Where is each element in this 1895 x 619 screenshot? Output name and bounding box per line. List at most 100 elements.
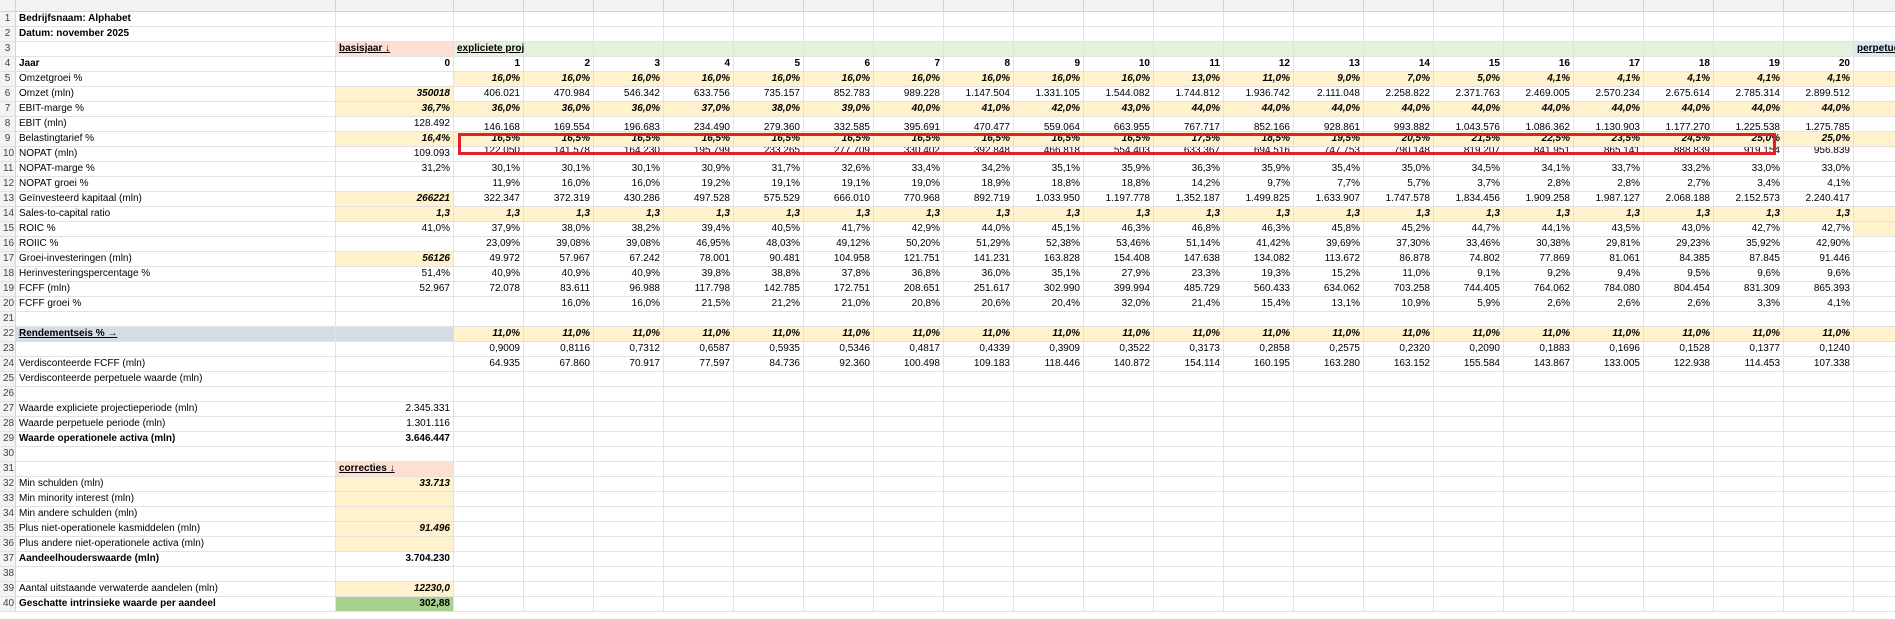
cell-B10[interactable]: 109.093	[336, 147, 454, 162]
cell-S40[interactable]	[1574, 597, 1644, 612]
cell-V31[interactable]	[1784, 462, 1854, 477]
cell-B31[interactable]: correcties ↓	[336, 462, 454, 477]
cell-K24[interactable]: 118.446	[1014, 357, 1084, 372]
cell-F23[interactable]: 0,6587	[664, 342, 734, 357]
cell-G13[interactable]: 575.529	[734, 192, 804, 207]
cell-D10[interactable]: 141.578	[524, 147, 594, 162]
cell-G20[interactable]: 21,2%	[734, 297, 804, 312]
cell-N21[interactable]	[1224, 312, 1294, 327]
cell-D28[interactable]	[524, 417, 594, 432]
cell-S5[interactable]: 4,1%	[1574, 72, 1644, 87]
cell-I22[interactable]: 11,0%	[874, 327, 944, 342]
cell-E30[interactable]	[594, 447, 664, 462]
cell-J9[interactable]: 16,5%	[944, 132, 1014, 147]
cell-W12[interactable]: 4,1%	[1854, 177, 1895, 192]
cell-E7[interactable]: 36,0%	[594, 102, 664, 117]
cell-G16[interactable]: 48,03%	[734, 237, 804, 252]
cell-T36[interactable]	[1644, 537, 1714, 552]
cell-U10[interactable]: 919.154	[1714, 147, 1784, 162]
cell-T16[interactable]: 29,23%	[1644, 237, 1714, 252]
cell-T38[interactable]	[1644, 567, 1714, 582]
cell-C17[interactable]: 49.972	[454, 252, 524, 267]
cell-L29[interactable]	[1084, 432, 1154, 447]
cell-V37[interactable]	[1784, 552, 1854, 567]
cell-A25[interactable]: Verdisconteerde perpetuele waarde (mln)	[16, 372, 336, 387]
cell-G35[interactable]	[734, 522, 804, 537]
row-header-16[interactable]: 16	[0, 237, 16, 252]
cell-K26[interactable]	[1014, 387, 1084, 402]
cell-N40[interactable]	[1224, 597, 1294, 612]
column-header-J[interactable]	[944, 0, 1014, 12]
cell-R19[interactable]: 764.062	[1504, 282, 1574, 297]
cell-C30[interactable]	[454, 447, 524, 462]
cell-C18[interactable]: 40,9%	[454, 267, 524, 282]
cell-Q22[interactable]: 11,0%	[1434, 327, 1504, 342]
cell-S28[interactable]	[1574, 417, 1644, 432]
cell-J21[interactable]	[944, 312, 1014, 327]
cell-L15[interactable]: 46,3%	[1084, 222, 1154, 237]
cell-S17[interactable]: 81.061	[1574, 252, 1644, 267]
cell-P21[interactable]	[1364, 312, 1434, 327]
cell-Q36[interactable]	[1434, 537, 1504, 552]
cell-R15[interactable]: 44,1%	[1504, 222, 1574, 237]
cell-T33[interactable]	[1644, 492, 1714, 507]
column-header-I[interactable]	[874, 0, 944, 12]
cell-T34[interactable]	[1644, 507, 1714, 522]
cell-F9[interactable]: 16,5%	[664, 132, 734, 147]
cell-T11[interactable]: 33,2%	[1644, 162, 1714, 177]
cell-K30[interactable]	[1014, 447, 1084, 462]
cell-G40[interactable]	[734, 597, 804, 612]
cell-N18[interactable]: 19,3%	[1224, 267, 1294, 282]
cell-G18[interactable]: 38,8%	[734, 267, 804, 282]
cell-O17[interactable]: 113.672	[1294, 252, 1364, 267]
cell-J35[interactable]	[944, 522, 1014, 537]
cell-O33[interactable]	[1294, 492, 1364, 507]
cell-T15[interactable]: 43,0%	[1644, 222, 1714, 237]
cell-E33[interactable]	[594, 492, 664, 507]
cell-W10[interactable]: 996.069	[1854, 147, 1895, 162]
cell-V8[interactable]: 1.275.785	[1784, 117, 1854, 132]
cell-H24[interactable]: 92.360	[804, 357, 874, 372]
cell-O34[interactable]	[1294, 507, 1364, 522]
cell-W24[interactable]	[1854, 357, 1895, 372]
cell-A40[interactable]: Geschatte intrinsieke waarde per aandeel	[16, 597, 336, 612]
cell-O9[interactable]: 19,5%	[1294, 132, 1364, 147]
cell-S19[interactable]: 784.080	[1574, 282, 1644, 297]
cell-O23[interactable]: 0,2575	[1294, 342, 1364, 357]
row-header-9[interactable]: 9	[0, 132, 16, 147]
cell-R7[interactable]: 44,0%	[1504, 102, 1574, 117]
cell-Q5[interactable]: 5,0%	[1434, 72, 1504, 87]
cell-J12[interactable]: 18,9%	[944, 177, 1014, 192]
cell-D2[interactable]	[524, 27, 594, 42]
cell-K11[interactable]: 35,1%	[1014, 162, 1084, 177]
cell-L1[interactable]	[1084, 12, 1154, 27]
cell-M10[interactable]: 633.367	[1154, 147, 1224, 162]
cell-G25[interactable]	[734, 372, 804, 387]
cell-F39[interactable]	[664, 582, 734, 597]
cell-J26[interactable]	[944, 387, 1014, 402]
cell-L18[interactable]: 27,9%	[1084, 267, 1154, 282]
cell-M7[interactable]: 44,0%	[1154, 102, 1224, 117]
cell-N8[interactable]: 852.166	[1224, 117, 1294, 132]
cell-Q20[interactable]: 5,9%	[1434, 297, 1504, 312]
cell-E36[interactable]	[594, 537, 664, 552]
cell-V30[interactable]	[1784, 447, 1854, 462]
cell-N6[interactable]: 1.936.742	[1224, 87, 1294, 102]
cell-R16[interactable]: 30,38%	[1504, 237, 1574, 252]
cell-R11[interactable]: 34,1%	[1504, 162, 1574, 177]
cell-J31[interactable]	[944, 462, 1014, 477]
cell-K17[interactable]: 163.828	[1014, 252, 1084, 267]
column-header-E[interactable]	[594, 0, 664, 12]
cell-O30[interactable]	[1294, 447, 1364, 462]
cell-K40[interactable]	[1014, 597, 1084, 612]
cell-N16[interactable]: 41,42%	[1224, 237, 1294, 252]
cell-I40[interactable]	[874, 597, 944, 612]
cell-Q23[interactable]: 0,2090	[1434, 342, 1504, 357]
cell-Q39[interactable]	[1434, 582, 1504, 597]
cell-M36[interactable]	[1154, 537, 1224, 552]
cell-Q9[interactable]: 21,5%	[1434, 132, 1504, 147]
cell-H29[interactable]	[804, 432, 874, 447]
cell-U30[interactable]	[1714, 447, 1784, 462]
cell-O25[interactable]	[1294, 372, 1364, 387]
cell-R18[interactable]: 9,2%	[1504, 267, 1574, 282]
